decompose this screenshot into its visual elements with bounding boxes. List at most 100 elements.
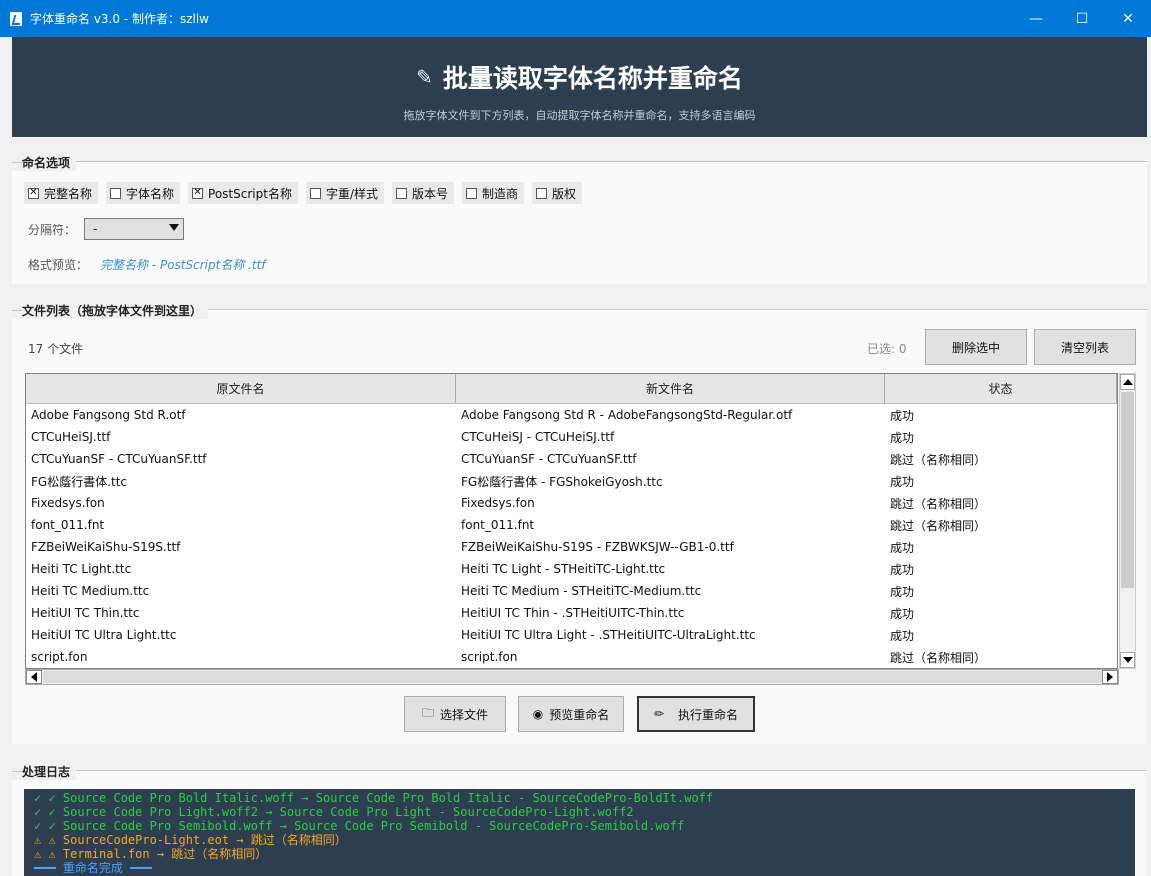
table-row[interactable]: CTCuHeiSJ.ttf CTCuHeiSJ - CTCuHeiSJ.ttf 成功: [26, 426, 1117, 448]
column-header-new[interactable]: 新文件名: [456, 374, 885, 403]
table-body: Adobe Fangsong Std R.otf Adobe Fangsong S…: [26, 404, 1117, 668]
scroll-down-button[interactable]: [1120, 652, 1135, 668]
window-titlebar: 字体重命名 v3.0 - 制作者：szllw — ☐ ✕: [0, 0, 1151, 37]
status-cell: 成功: [890, 430, 915, 445]
checkbox-unchecked-icon[interactable]: [309, 187, 321, 199]
table-row[interactable]: Heiti TC Light.ttc Heiti TC Light - STHei…: [26, 558, 1117, 580]
file-table[interactable]: 原文件名 新文件名 状态 Adobe Fangsong Std R.otf Ado…: [25, 373, 1118, 669]
scroll-left-button[interactable]: [26, 670, 42, 684]
log-line: ✓ ✓ Source Code Pro Light.woff2 → Source…: [34, 805, 634, 819]
original-filename-cell: Heiti TC Medium.ttc: [31, 584, 150, 598]
checkbox-option[interactable]: 版本号: [392, 182, 455, 204]
table-row[interactable]: FZBeiWeiKaiShu-S19S.ttf FZBeiWeiKaiShu-S1…: [26, 536, 1117, 558]
preview-rename-label: 预览重命名: [549, 707, 610, 722]
original-filename-cell: font_011.fnt: [31, 518, 105, 532]
table-row[interactable]: FG松蔭行書体.ttc FG松蔭行書体 - FGShokeiGyosh.ttc 成功: [26, 470, 1117, 492]
checkbox-unchecked-icon[interactable]: [110, 187, 122, 199]
minimize-button[interactable]: —: [1013, 0, 1059, 37]
new-filename-cell: script.fon: [461, 650, 518, 664]
table-row[interactable]: Adobe Fangsong Std R.otf Adobe Fangsong S…: [26, 404, 1117, 426]
table-row[interactable]: font_011.fnt font_011.fnt 跳过（名称相同）: [26, 514, 1117, 536]
original-filename-cell: CTCuYuanSF - CTCuYuanSF.ttf: [31, 452, 207, 466]
status-cell: 跳过（名称相同）: [890, 518, 987, 533]
app-icon: [10, 11, 22, 26]
checkbox-label: 制造商: [482, 186, 519, 201]
file-list-legend: 文件列表（拖放字体文件到这里）: [12, 302, 209, 319]
original-filename-cell: Adobe Fangsong Std R.otf: [31, 408, 186, 422]
pencil-icon: ✏: [653, 707, 665, 721]
execute-rename-label: 执行重命名: [678, 707, 739, 722]
checkbox-option[interactable]: 版权: [532, 182, 583, 204]
status-cell: 成功: [890, 562, 915, 577]
log-line: ⚠ ⚠ SourceCodePro-Light.eot → 跳过（名称相同）: [34, 833, 347, 847]
format-preview-row: 格式预览： 完整名称 - PostScript名称 .ttf: [28, 256, 266, 273]
log-output[interactable]: ✓ ✓ Source Code Pro Bold Italic.woff → S…: [24, 789, 1135, 876]
status-cell: 跳过（名称相同）: [890, 452, 987, 467]
status-cell: 跳过（名称相同）: [890, 650, 987, 665]
column-header-original[interactable]: 原文件名: [26, 374, 456, 403]
select-files-button[interactable]: 🗀 选择文件: [404, 696, 506, 732]
file-count: 17 个文件: [28, 342, 84, 356]
checkbox-label: 完整名称: [44, 186, 93, 201]
checkbox-option[interactable]: 字重/样式: [305, 182, 384, 204]
log-line: ✓ ✓ Source Code Pro Bold Italic.woff → S…: [34, 791, 714, 805]
horizontal-scroll-thumb[interactable]: [43, 671, 1102, 683]
log-line: ✓ ✓ Source Code Pro Semibold.woff → Sour…: [34, 819, 685, 833]
clear-list-button[interactable]: 清空列表: [1034, 329, 1136, 365]
vertical-scroll-thumb[interactable]: [1121, 392, 1134, 588]
new-filename-cell: CTCuYuanSF - CTCuYuanSF.ttf: [461, 452, 637, 466]
close-button[interactable]: ✕: [1105, 0, 1151, 37]
checkbox-option[interactable]: ✕ 完整名称: [24, 182, 99, 204]
status-cell: 成功: [890, 628, 915, 643]
header-title-row: ✎ 批量读取字体名称并重命名: [12, 59, 1147, 95]
checkbox-unchecked-icon[interactable]: [536, 187, 548, 199]
format-preview-value: 完整名称 - PostScript名称 .ttf: [100, 258, 266, 272]
new-filename-cell: HeitiUI TC Thin - .STHeitiUITC-Thin.ttc: [461, 606, 685, 620]
column-header-status[interactable]: 状态: [885, 374, 1117, 403]
naming-options-legend: 命名选项: [12, 154, 77, 171]
log-group: 处理日志 ✓ ✓ Source Code Pro Bold Italic.wof…: [12, 763, 1147, 876]
delete-selected-button[interactable]: 删除选中: [925, 329, 1027, 365]
checkbox-checked-icon[interactable]: ✕: [28, 187, 39, 199]
table-row[interactable]: HeitiUI TC Ultra Light.ttc HeitiUI TC Ult…: [26, 624, 1117, 646]
checkbox-label: PostScript名称: [208, 186, 292, 201]
original-filename-cell: Heiti TC Light.ttc: [31, 562, 132, 576]
scroll-up-button[interactable]: [1120, 374, 1135, 390]
horizontal-scrollbar[interactable]: [25, 669, 1119, 685]
table-row[interactable]: CTCuYuanSF - CTCuYuanSF.ttf CTCuYuanSF - …: [26, 448, 1117, 470]
vertical-scrollbar[interactable]: [1119, 373, 1136, 669]
checkbox-option[interactable]: 制造商: [462, 182, 525, 204]
execute-rename-button[interactable]: ✏ 执行重命名: [637, 696, 755, 732]
eye-icon: ◉: [532, 707, 544, 721]
scroll-right-button[interactable]: [1102, 670, 1118, 684]
checkbox-checked-icon[interactable]: ✕: [192, 187, 204, 199]
table-row[interactable]: Fixedsys.fon Fixedsys.fon 跳过（名称相同）: [26, 492, 1117, 514]
checkbox-option[interactable]: 字体名称: [106, 182, 181, 204]
new-filename-cell: font_011.fnt: [461, 518, 535, 532]
maximize-button[interactable]: ☐: [1059, 0, 1105, 37]
checkbox-option[interactable]: ✕ PostScript名称: [188, 182, 298, 204]
checkbox-unchecked-icon[interactable]: [396, 187, 407, 199]
status-cell: 成功: [890, 474, 915, 489]
new-filename-cell: FZBeiWeiKaiShu-S19S - FZBWKSJW--GB1-0.tt…: [461, 540, 734, 554]
separator-select[interactable]: -: [84, 218, 185, 240]
preview-rename-button[interactable]: ◉ 预览重命名: [518, 696, 624, 732]
table-row[interactable]: HeitiUI TC Thin.ttc HeitiUI TC Thin - .ST…: [26, 602, 1117, 624]
status-cell: 成功: [890, 584, 915, 599]
status-cell: 成功: [890, 606, 915, 621]
format-preview-label: 格式预览：: [28, 258, 89, 272]
table-row[interactable]: script.fon script.fon 跳过（名称相同）: [26, 646, 1117, 668]
original-filename-cell: HeitiUI TC Ultra Light.ttc: [31, 628, 177, 642]
page-title: 批量读取字体名称并重命名: [442, 64, 743, 93]
new-filename-cell: HeitiUI TC Ultra Light - .STHeitiUITC-Ul…: [461, 628, 756, 642]
file-list-group: 文件列表（拖放字体文件到这里） 17 个文件 已选: 0 删除选中 清空列表 原…: [12, 302, 1147, 744]
table-row[interactable]: Heiti TC Medium.ttc Heiti TC Medium - STH…: [26, 580, 1117, 602]
arrow-up-icon: [1122, 379, 1133, 385]
log-line: ━━━ 重命名完成 ━━━: [34, 861, 152, 875]
new-filename-cell: Adobe Fangsong Std R - AdobeFangsongStd-…: [461, 408, 793, 422]
status-cell: 成功: [890, 540, 915, 555]
header-banner: ✎ 批量读取字体名称并重命名 拖放字体文件到下方列表，自动提取字体名称并重命名，…: [12, 37, 1147, 137]
new-filename-cell: Heiti TC Light - STHeitiTC-Light.ttc: [461, 562, 666, 576]
checkbox-unchecked-icon[interactable]: [466, 187, 478, 199]
new-filename-cell: Fixedsys.fon: [461, 496, 535, 510]
